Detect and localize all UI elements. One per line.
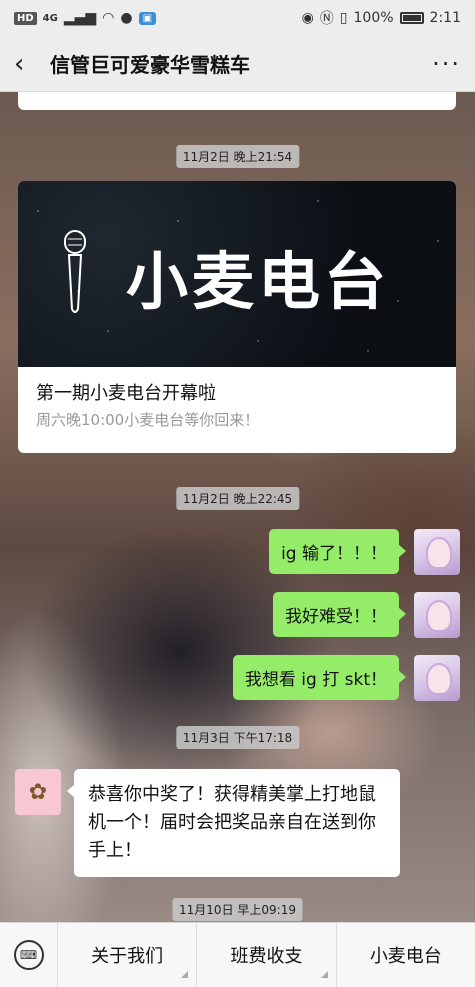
submenu-indicator-icon bbox=[181, 970, 189, 978]
signal-icon: ▂▄▆ bbox=[63, 10, 97, 26]
bottom-menu: ⌨ 关于我们 班费收支 小麦电台 bbox=[0, 922, 475, 987]
keyboard-icon: ⌨ bbox=[13, 940, 44, 970]
menu-item-label: 班费收支 bbox=[230, 946, 303, 967]
avatar[interactable] bbox=[414, 655, 460, 701]
article-title[interactable]: 第一期小麦电台开幕啦 bbox=[18, 367, 456, 409]
timestamp: 11月10日 早上09:19 bbox=[172, 898, 303, 921]
status-bar: HD 4G ▂▄▆ ◠ ● ▣ ◉ Ⓝ ▯ 100% 2:11 bbox=[0, 0, 475, 36]
network-label: 4G bbox=[42, 12, 58, 24]
hd-badge: HD bbox=[14, 11, 37, 25]
battery-icon bbox=[399, 12, 424, 24]
article-card[interactable]: 小麦电台 第一期小麦电台开幕啦 周六晚10:00小麦电台等你回来！ bbox=[18, 181, 456, 453]
chat-header: ‹ 信管巨可爱豪华雪糕车 ··· bbox=[0, 36, 475, 92]
back-arrow-icon[interactable]: ‹ bbox=[14, 51, 44, 77]
battery-percent: 100% bbox=[353, 10, 394, 26]
menu-item-about-us[interactable]: 关于我们 bbox=[58, 922, 198, 987]
message-row-outgoing: 我想看 ig 打 skt！ bbox=[232, 655, 460, 701]
menu-item-radio[interactable]: 小麦电台 bbox=[337, 923, 475, 987]
official-account-avatar[interactable]: ✿ bbox=[15, 769, 61, 815]
more-options-icon[interactable]: ··· bbox=[432, 50, 461, 78]
chat-area[interactable]: 11月2日 晚上21:54 小麦电台 第一期小麦电台开幕啦 周六晚10:00小麦… bbox=[0, 92, 475, 922]
message-row-outgoing: ig 输了！！！ bbox=[269, 529, 460, 575]
wifi-icon: ◠ bbox=[102, 10, 115, 26]
vibrate-icon: ▯ bbox=[339, 10, 348, 26]
menu-item-class-fees[interactable]: 班费收支 bbox=[197, 922, 337, 987]
message-bubble[interactable]: ig 输了！！！ bbox=[269, 529, 406, 574]
message-bubble[interactable]: 恭喜你中奖了！获得精美掌上打地鼠机一个！届时会把奖品亲自在送到你手上！ bbox=[67, 769, 400, 877]
page-title: 信管巨可爱豪华雪糕车 bbox=[50, 53, 250, 77]
keyboard-toggle-button[interactable]: ⌨ bbox=[0, 922, 58, 987]
previous-card-fragment[interactable] bbox=[18, 92, 456, 110]
app-notification-icon: ▣ bbox=[138, 11, 157, 25]
timestamp: 11月2日 晚上22:45 bbox=[175, 487, 300, 510]
timestamp: 11月2日 晚上21:54 bbox=[175, 145, 300, 168]
message-bubble[interactable]: 我好难受！！ bbox=[273, 592, 406, 637]
clock: 2:11 bbox=[429, 10, 461, 26]
message-row-outgoing: 我好难受！！ bbox=[273, 592, 460, 638]
eye-icon: ◉ bbox=[301, 10, 314, 26]
submenu-indicator-icon bbox=[320, 970, 328, 978]
message-row-incoming: ✿ 恭喜你中奖了！获得精美掌上打地鼠机一个！届时会把奖品亲自在送到你手上！ bbox=[15, 769, 400, 877]
chat-bubble-icon: ● bbox=[120, 10, 133, 26]
microphone-icon bbox=[64, 230, 86, 313]
nfc-icon: Ⓝ bbox=[319, 11, 334, 27]
menu-item-label: 小麦电台 bbox=[369, 946, 442, 967]
menu-item-label: 关于我们 bbox=[91, 946, 164, 967]
message-bubble[interactable]: 我想看 ig 打 skt！ bbox=[232, 655, 407, 700]
banner-title: 小麦电台 bbox=[126, 245, 391, 318]
article-subtitle: 周六晚10:00小麦电台等你回来！ bbox=[36, 411, 260, 429]
avatar[interactable] bbox=[414, 529, 460, 575]
timestamp: 11月3日 下午17:18 bbox=[175, 726, 300, 749]
article-banner: 小麦电台 bbox=[18, 181, 456, 367]
avatar[interactable] bbox=[414, 592, 460, 638]
